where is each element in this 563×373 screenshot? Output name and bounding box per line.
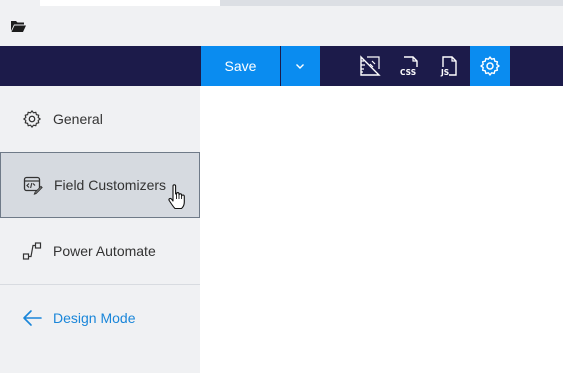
gear-icon [480, 56, 500, 76]
js-tool-button[interactable]: JS [430, 46, 470, 86]
sidebar-item-design-mode[interactable]: Design Mode [0, 285, 200, 351]
arrow-left-icon [22, 308, 42, 328]
sidebar-item-label: General [53, 111, 103, 127]
code-edit-icon [23, 175, 43, 195]
flow-icon [22, 241, 42, 261]
svg-text:JS: JS [440, 68, 449, 77]
sidebar-item-label: Design Mode [53, 310, 136, 326]
sidebar-item-label: Power Automate [53, 243, 156, 259]
ruler-tool-button[interactable] [350, 46, 390, 86]
toolbar: Save CSS JS [0, 46, 563, 86]
sidebar-item-general[interactable]: General [0, 86, 200, 152]
ruler-icon [360, 55, 381, 76]
chevron-down-icon [296, 64, 304, 69]
css-tool-button[interactable]: CSS [390, 46, 430, 86]
file-bar [0, 6, 563, 46]
save-button[interactable]: Save [201, 46, 280, 86]
sidebar-item-label: Field Customizers [54, 177, 167, 193]
svg-text:CSS: CSS [400, 68, 416, 77]
folder-icon[interactable] [10, 18, 26, 34]
sidebar: General Field Customizers Power Automate [0, 86, 200, 373]
js-file-icon: JS [440, 56, 457, 77]
hand-pointer-cursor [168, 184, 186, 210]
settings-tool-button[interactable] [470, 46, 510, 86]
gear-icon [22, 109, 42, 129]
save-options-dropdown[interactable] [281, 46, 320, 86]
sidebar-item-power-automate[interactable]: Power Automate [0, 218, 200, 284]
css-file-icon: CSS [400, 56, 418, 77]
